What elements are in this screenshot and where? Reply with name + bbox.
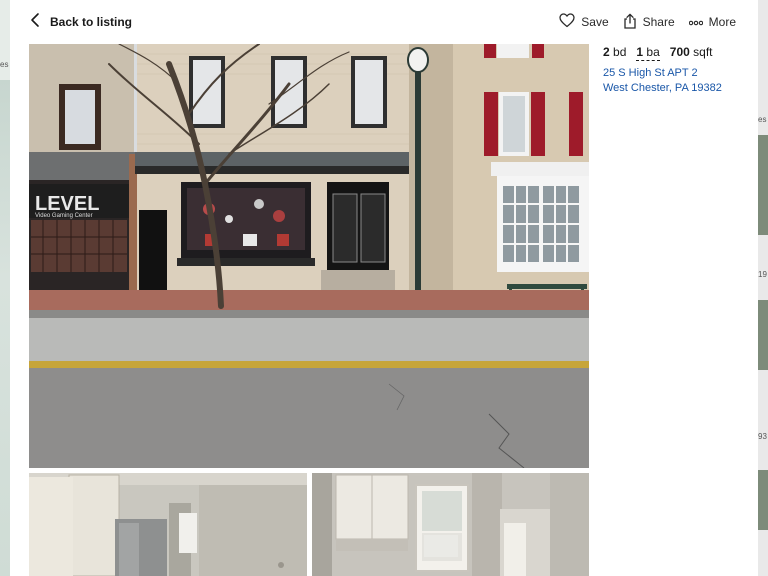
save-button[interactable]: Save	[559, 13, 609, 31]
baths-unit: ba	[646, 45, 660, 59]
share-button[interactable]: Share	[623, 13, 675, 32]
beds-count: 2	[603, 45, 610, 59]
more-label: More	[708, 15, 736, 29]
sqft-fact: 700 sqft	[670, 45, 713, 61]
background-text: 19	[758, 270, 767, 279]
background-text: 93	[758, 432, 767, 441]
back-to-listing-label: Back to listing	[50, 15, 133, 29]
background-map	[0, 80, 10, 576]
beds-unit: bd	[613, 45, 627, 59]
photo-thumbnail-kitchen[interactable]	[29, 473, 307, 576]
sqft-unit: sqft	[693, 45, 713, 59]
background-listing-photo	[758, 300, 768, 370]
storefront-sign-subtext: Video Gaming Center	[35, 213, 93, 219]
address-line-2: West Chester, PA 19382	[603, 82, 722, 94]
more-icon	[688, 15, 703, 29]
chevron-left-icon	[30, 12, 40, 33]
baths-count: 1	[636, 45, 644, 59]
share-icon	[623, 13, 637, 32]
save-label: Save	[581, 15, 609, 29]
beds-fact: 2 bd	[603, 45, 626, 61]
share-label: Share	[642, 15, 675, 29]
sqft-count: 700	[669, 45, 690, 59]
gallery-header: Back to listing Save Share More	[10, 0, 758, 44]
address-line-1: 25 S High St APT 2	[603, 67, 698, 79]
background-listing-photo	[758, 470, 768, 530]
heart-icon	[559, 13, 575, 31]
background-text: es	[0, 60, 9, 69]
baths-fact[interactable]: 1 ba	[636, 45, 660, 61]
storefront-sign-text: LEVEL	[35, 193, 99, 215]
back-to-listing-button[interactable]: Back to listing	[30, 12, 132, 32]
photo-gallery-modal: Back to listing Save Share More LEVEL Vi…	[10, 0, 758, 576]
listing-address-link[interactable]: 25 S High St APT 2 West Chester, PA 1938…	[603, 66, 753, 96]
gallery-actions: Save Share More	[559, 12, 736, 32]
listing-facts: 2 bd 1 ba 700 sqft	[603, 45, 753, 61]
background-listing-photo	[758, 135, 768, 235]
photo-thumbnail-kitchen-window[interactable]	[312, 473, 589, 576]
main-photo-exterior[interactable]: LEVEL Video Gaming Center	[29, 44, 589, 468]
more-button[interactable]: More	[688, 15, 736, 29]
background-text: es	[758, 115, 767, 124]
